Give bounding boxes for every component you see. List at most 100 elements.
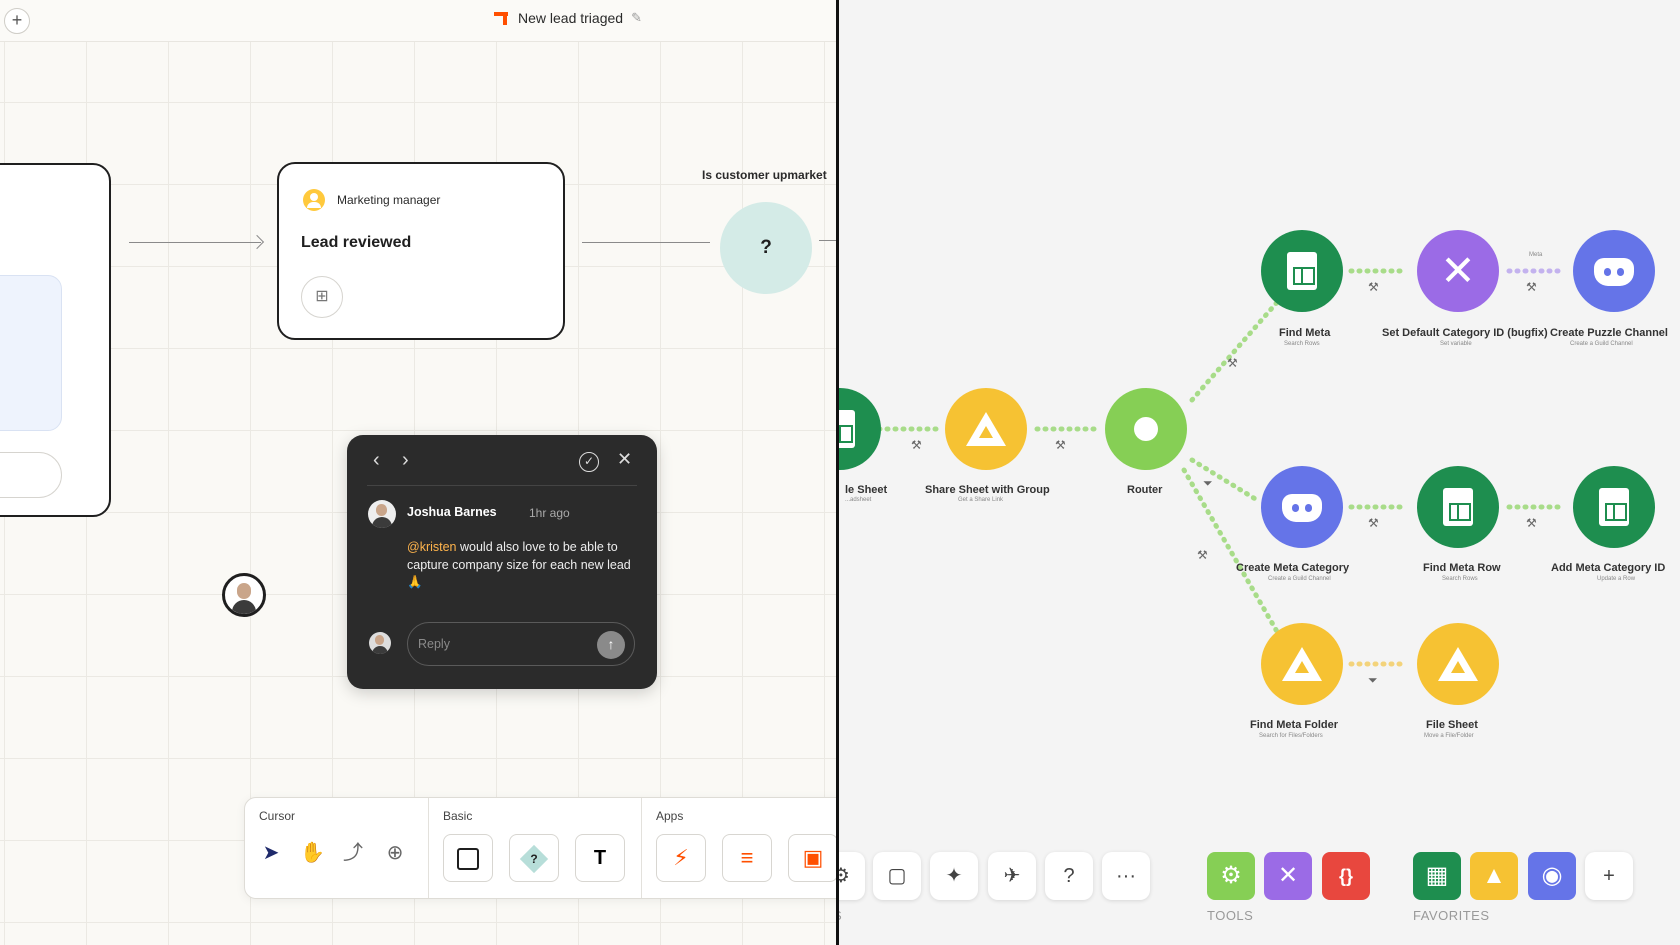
wrench-icon[interactable]: ⚒ xyxy=(1526,280,1537,294)
comment-time: 1hr ago xyxy=(529,506,570,520)
condition-shape-tool[interactable]: ? xyxy=(509,834,559,882)
wrench-icon[interactable]: ⚒ xyxy=(1227,356,1238,370)
node-create-meta-category[interactable] xyxy=(1261,466,1343,548)
tools-gear-icon[interactable]: ⚙ xyxy=(1207,852,1255,900)
hand-icon[interactable]: ✋ xyxy=(300,838,325,868)
google-drive-icon xyxy=(966,412,1006,446)
notes-icon[interactable]: ▢ xyxy=(873,852,921,900)
meta-filter-tag[interactable]: Meta xyxy=(1529,252,1542,258)
collaborator-cursor-avatar[interactable] xyxy=(222,573,266,617)
connector-tool-icon[interactable]: ⤴ xyxy=(341,838,365,868)
current-user-avatar xyxy=(369,632,391,654)
comment-divider xyxy=(367,485,637,486)
wrench-icon[interactable]: ⚒ xyxy=(911,438,922,452)
condition-label: Is customer upmarket xyxy=(702,168,827,182)
scenario-canvas[interactable]: le Sheet ...adsheet Share Sheet with Gro… xyxy=(839,0,1680,945)
node-label: Create Puzzle Channel xyxy=(1550,327,1668,339)
wrench-icon[interactable]: ⚒ xyxy=(1368,280,1379,294)
add-app-grid-icon[interactable]: ⊞ xyxy=(301,276,343,318)
filter-funnel-icon[interactable]: ⏷ xyxy=(1368,673,1378,688)
workflow-title-group: New lead triaged ✎ xyxy=(494,10,642,26)
json-icon[interactable]: {} xyxy=(1322,852,1370,900)
node-sublabel: Set variable xyxy=(1440,341,1472,347)
previous-step-card[interactable] xyxy=(0,163,111,517)
wrench-icon[interactable]: ⚒ xyxy=(1197,548,1208,562)
zap-bolt-icon[interactable]: ⚡ xyxy=(656,834,706,882)
node-sublabel: Move a File/Folder xyxy=(1424,733,1474,739)
node-sublabel: Create a Guild Channel xyxy=(1570,341,1633,347)
google-sheets-favorite-icon[interactable]: ▦ xyxy=(1413,852,1461,900)
node-sublabel: Update a Row xyxy=(1597,576,1636,582)
add-button[interactable]: + xyxy=(4,8,30,34)
avatar-face xyxy=(375,635,384,645)
node-label: Find Meta xyxy=(1279,327,1331,339)
node-label: Find Meta Folder xyxy=(1250,719,1338,731)
workflow-canvas[interactable]: + New lead triaged ✎ Marketing manager L… xyxy=(0,0,838,945)
apps-section-label: Apps xyxy=(656,809,684,823)
preview-pill xyxy=(0,452,62,498)
cursor-section-label: Cursor xyxy=(259,809,296,823)
node-share-sheet[interactable] xyxy=(945,388,1027,470)
google-sheets-icon xyxy=(1599,488,1629,526)
magic-wand-icon[interactable]: ✦ xyxy=(930,852,978,900)
airplane-icon[interactable]: ✈ xyxy=(988,852,1036,900)
wrench-icon[interactable]: ⚒ xyxy=(1368,516,1379,530)
node-find-meta-row[interactable] xyxy=(1417,466,1499,548)
add-favorite-button[interactable]: + xyxy=(1585,852,1633,900)
node-file-sheet[interactable] xyxy=(1417,623,1499,705)
node-find-meta-folder[interactable] xyxy=(1261,623,1343,705)
filter-funnel-icon[interactable]: ⏷ xyxy=(1203,476,1213,491)
role-avatar-icon xyxy=(303,189,325,211)
interfaces-app-icon[interactable]: ▣ xyxy=(788,834,838,882)
edit-pencil-icon[interactable]: ✎ xyxy=(631,10,642,26)
bottom-label-partial: S xyxy=(839,908,842,923)
avatar-body xyxy=(372,646,388,654)
google-drive-icon xyxy=(1282,647,1322,681)
step-role: Marketing manager xyxy=(337,193,441,207)
wrench-icon[interactable]: ⚒ xyxy=(1526,516,1537,530)
condition-node[interactable]: ? xyxy=(720,202,812,294)
step-title: Lead reviewed xyxy=(301,234,412,251)
chevron-right-icon[interactable]: › xyxy=(402,449,409,472)
pointer-icon[interactable]: ➤ xyxy=(259,838,283,868)
google-sheets-icon xyxy=(1443,488,1473,526)
avatar-face xyxy=(237,583,251,599)
tools-label: TOOLS xyxy=(1207,908,1254,923)
avatar-body xyxy=(232,600,256,614)
node-label: Set Default Category ID (bugfix) xyxy=(1382,327,1548,339)
node-set-default-category[interactable]: ✕ xyxy=(1417,230,1499,312)
node-find-meta[interactable] xyxy=(1261,230,1343,312)
wrench-icon[interactable]: ⚒ xyxy=(1055,438,1066,452)
toolbar-separator xyxy=(428,798,429,898)
google-drive-favorite-icon[interactable]: ▲ xyxy=(1470,852,1518,900)
node-label: Router xyxy=(1127,484,1163,496)
node-sublabel: Search Rows xyxy=(1284,341,1320,347)
node-router[interactable] xyxy=(1105,388,1187,470)
square-icon xyxy=(457,848,479,871)
step-shape-tool[interactable] xyxy=(443,834,493,882)
node-create-puzzle-channel[interactable] xyxy=(1573,230,1655,312)
more-icon[interactable]: ··· xyxy=(1102,852,1150,900)
workflow-title[interactable]: New lead triaged xyxy=(518,10,623,26)
discord-favorite-icon[interactable]: ◉ xyxy=(1528,852,1576,900)
step-card-lead-reviewed[interactable]: Marketing manager Lead reviewed ⊞ xyxy=(277,162,565,340)
node-add-meta-category-id[interactable] xyxy=(1573,466,1655,548)
add-comment-icon[interactable]: ⊕ xyxy=(383,838,407,868)
discord-icon xyxy=(1282,494,1322,522)
node-label: Find Meta Row xyxy=(1423,562,1501,574)
tools-wrench-icon[interactable]: ✕ xyxy=(1264,852,1312,900)
form-preview-thumbnail xyxy=(0,275,62,431)
tools-icon: ✕ xyxy=(1440,247,1476,294)
node-sublabel: Create a Guild Channel xyxy=(1268,576,1331,582)
chevron-left-icon[interactable]: ‹ xyxy=(373,449,380,472)
send-arrow-icon[interactable]: ↑ xyxy=(597,631,625,659)
tables-app-icon[interactable]: ≡ xyxy=(722,834,772,882)
resolve-check-icon[interactable]: ✓ xyxy=(579,452,599,472)
discord-icon xyxy=(1594,258,1634,286)
close-icon[interactable]: ✕ xyxy=(617,449,632,470)
node-label: Add Meta Category ID xyxy=(1551,562,1666,574)
settings-gear-icon[interactable]: ⚙ xyxy=(839,852,865,900)
text-tool[interactable]: T xyxy=(575,834,625,882)
help-icon[interactable]: ? xyxy=(1045,852,1093,900)
mention-link[interactable]: @kristen xyxy=(407,540,457,554)
